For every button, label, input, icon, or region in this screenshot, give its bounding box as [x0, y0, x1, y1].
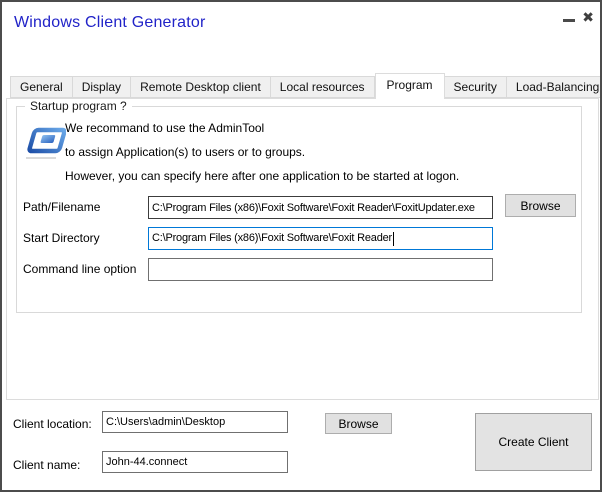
tab-load-balancing[interactable]: Load-Balancing [507, 76, 602, 98]
path-filename-input[interactable] [148, 196, 493, 219]
tab-general[interactable]: General [10, 76, 73, 98]
application-window-icon [22, 123, 66, 163]
text-caret [393, 232, 394, 246]
client-name-label: Client name: [13, 458, 80, 472]
info-line-3: However, you can specify here after one … [65, 169, 459, 183]
program-tab-panel: Startup program ? [6, 98, 599, 400]
command-line-option-input[interactable] [148, 258, 493, 281]
start-directory-value: C:\Program Files (x86)\Foxit Software\Fo… [152, 232, 392, 244]
client-name-input[interactable] [102, 451, 288, 473]
command-line-option-label: Command line option [23, 262, 136, 276]
window-title: Windows Client Generator [14, 14, 206, 32]
windows-client-generator-dialog: Windows Client Generator ✖ General Displ… [0, 0, 602, 492]
window-controls: ✖ [563, 8, 594, 26]
tab-local-resources[interactable]: Local resources [271, 76, 375, 98]
tab-display[interactable]: Display [73, 76, 131, 98]
browse-path-button[interactable]: Browse [505, 194, 576, 217]
tab-strip: General Display Remote Desktop client Lo… [10, 73, 602, 98]
tab-program[interactable]: Program [375, 73, 445, 99]
startup-program-group: Startup program ? [16, 106, 582, 313]
create-client-button[interactable]: Create Client [475, 413, 592, 471]
client-location-label: Client location: [13, 417, 92, 431]
start-directory-input[interactable]: C:\Program Files (x86)\Foxit Software\Fo… [148, 227, 493, 250]
path-filename-label: Path/Filename [23, 200, 100, 214]
group-title: Startup program ? [25, 99, 132, 113]
info-line-1: We recommand to use the AdminTool [65, 121, 264, 135]
info-line-2: to assign Application(s) to users or to … [65, 145, 305, 159]
close-icon[interactable]: ✖ [582, 8, 594, 26]
tab-security[interactable]: Security [445, 76, 507, 98]
tab-remote-desktop-client[interactable]: Remote Desktop client [131, 76, 271, 98]
start-directory-label: Start Directory [23, 231, 100, 245]
browse-location-button[interactable]: Browse [325, 413, 392, 434]
client-location-input[interactable] [102, 411, 288, 433]
minimize-icon[interactable] [563, 8, 576, 26]
